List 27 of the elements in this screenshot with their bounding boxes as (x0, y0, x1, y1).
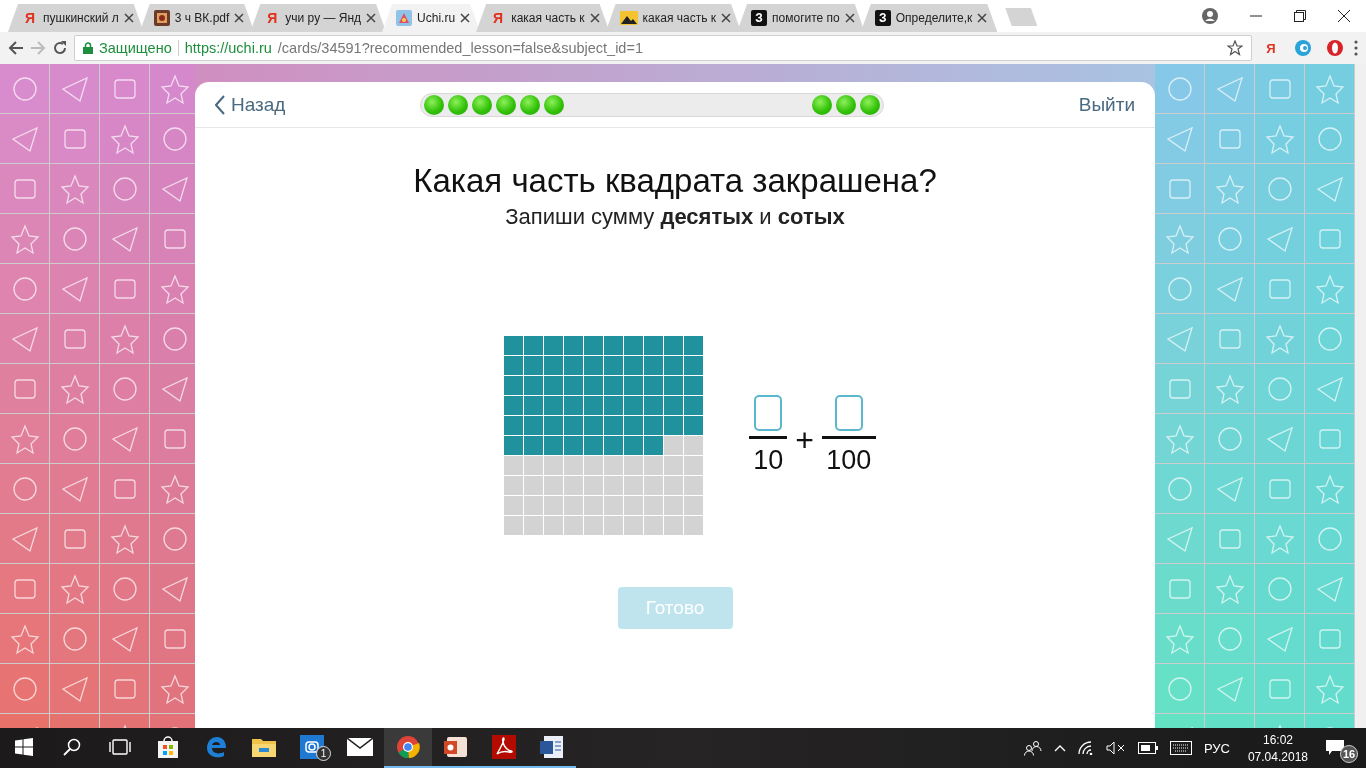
browser-tab[interactable]: Я какая часть к (476, 4, 610, 32)
browser-tab[interactable]: З Определите,к (860, 4, 998, 32)
browser-tab[interactable]: З помогите по (737, 4, 865, 32)
language-indicator[interactable]: РУС (1203, 740, 1230, 756)
browser-tab[interactable]: Я пушкинский л (8, 4, 144, 32)
question-title: Какая часть квадрата закрашена? (413, 162, 937, 200)
url-host: https://uchi.ru (184, 40, 272, 56)
denominator: 100 (826, 445, 872, 476)
secure-label: Защищено (99, 40, 172, 56)
back-button[interactable]: Назад (215, 93, 286, 116)
browser-tab[interactable]: 3 ч ВК.pdf (139, 4, 255, 32)
instruction-text: Запиши сумму десятых и сотых (505, 204, 845, 230)
clock-time[interactable]: 16:02 (1262, 732, 1293, 747)
plus-sign: + (795, 422, 814, 459)
clock-date[interactable]: 07.04.2018 (1247, 749, 1308, 764)
znanija-icon: З (874, 10, 891, 26)
yandex-icon: Я (490, 10, 507, 26)
znanija-icon: З (751, 10, 768, 26)
yandex-icon[interactable]: Я (1258, 36, 1284, 60)
count-badge: 16 (1340, 745, 1358, 763)
address-bar[interactable]: Защищено https://uchi.ru /cards/34591?recommended_lesson=false&subject_id=1 (74, 35, 1252, 61)
count-badge: 1 (316, 746, 331, 761)
yandex-icon: Я (264, 10, 281, 26)
denominator: 10 (753, 445, 784, 476)
url-path: /cards/34591?recommended_lesson=false&subject_id=1 (277, 40, 643, 56)
exit-button[interactable]: Выйти (1078, 93, 1135, 116)
yandex-icon: Я (22, 10, 38, 26)
